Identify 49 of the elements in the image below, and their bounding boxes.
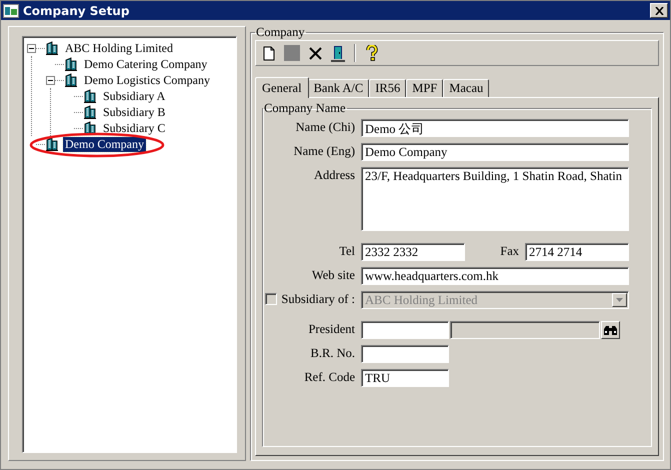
tel-field[interactable]: 2332 2332 <box>361 243 465 261</box>
tab[interactable]: Macau <box>443 79 490 97</box>
field-label: Address <box>313 167 355 183</box>
website-field[interactable]: www.headquarters.com.hk <box>361 267 629 285</box>
collapse-toggle[interactable] <box>46 76 55 84</box>
tab[interactable]: MPF <box>406 79 444 97</box>
tree-item[interactable]: Demo Catering Company <box>82 56 210 72</box>
field-label: Ref. Code <box>303 369 355 385</box>
building-icon <box>45 137 59 151</box>
building-icon <box>83 89 97 103</box>
door-icon[interactable] <box>328 44 348 62</box>
window-title: Company Setup <box>23 4 130 18</box>
building-icon <box>45 41 59 55</box>
tree-item[interactable]: Demo Logistics Company <box>82 72 212 88</box>
address-field[interactable]: 23/F, Headquarters Building, 1 Shatin Road, Shatin <box>361 167 629 231</box>
english-name-field[interactable]: Demo Company <box>361 143 629 161</box>
field-label: Fax <box>499 243 519 259</box>
tree-item[interactable]: Demo Company <box>63 136 146 152</box>
chinese-name-field[interactable]: Demo 公司 <box>361 119 629 137</box>
app-icon <box>3 4 19 18</box>
fax-field[interactable]: 2714 2714 <box>525 243 629 261</box>
field-label: B.R. No. <box>310 345 355 361</box>
close-button[interactable] <box>650 3 668 18</box>
checkbox-label: Subsidiary of : <box>281 291 355 307</box>
field-label: Name (Eng) <box>292 143 355 159</box>
tab[interactable]: IR56 <box>369 79 406 97</box>
tree-item[interactable]: Subsidiary C <box>101 120 168 136</box>
field-label: Tel <box>338 243 355 259</box>
group-title: Company Name <box>264 101 346 115</box>
building-icon <box>64 73 78 87</box>
tree-item[interactable]: ABC Holding Limited <box>63 40 175 56</box>
building-icon <box>83 105 97 119</box>
collapse-toggle[interactable] <box>27 44 36 52</box>
field-label: President <box>307 321 355 337</box>
field-label: Name (Chi) <box>294 119 355 135</box>
caret-icon <box>616 298 623 302</box>
president-code-field[interactable] <box>361 321 449 339</box>
br-number-field[interactable] <box>361 345 449 363</box>
group-title: Company <box>256 25 305 39</box>
field-label: Web site <box>310 267 355 283</box>
binoculars-icon[interactable] <box>601 321 620 339</box>
tab[interactable]: Bank A/C <box>308 79 370 97</box>
tab[interactable]: General <box>255 77 309 98</box>
tree-item[interactable]: Subsidiary A <box>101 88 168 104</box>
tree-item[interactable]: Subsidiary B <box>101 104 168 120</box>
close-icon <box>654 6 664 14</box>
ref-code-field[interactable]: TRU <box>361 369 449 387</box>
building-icon <box>64 57 78 71</box>
building-icon <box>83 121 97 135</box>
